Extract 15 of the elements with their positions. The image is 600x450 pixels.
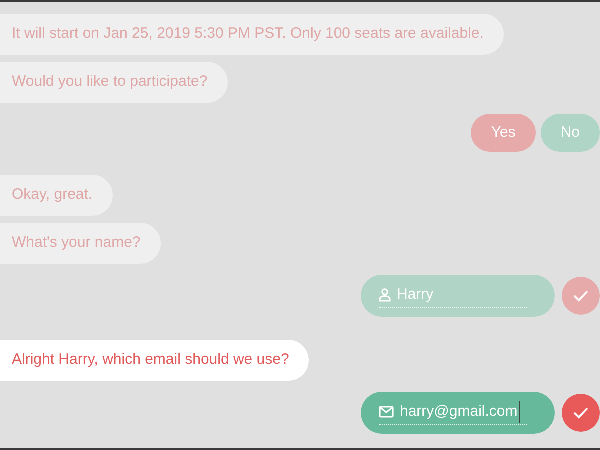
- chat-bubble: What's your name?: [0, 223, 161, 264]
- check-icon: [573, 290, 589, 302]
- chat-bubble: Okay, great.: [0, 175, 113, 216]
- choice-button[interactable]: Yes: [471, 114, 536, 152]
- user-icon: [379, 288, 391, 302]
- check-icon: [573, 407, 589, 419]
- chat-bubble: It will start on Jan 25, 2019 5:30 PM PST. Only 100 seats are available.: [0, 14, 504, 55]
- mail-icon: [379, 406, 394, 418]
- input-field[interactable]: harry@gmail.com: [361, 392, 555, 434]
- submit-button[interactable]: [562, 277, 600, 315]
- submit-button[interactable]: [562, 394, 600, 432]
- chat-bubble: Would you like to participate?: [0, 62, 228, 103]
- choice-button[interactable]: No: [540, 114, 600, 152]
- chat-bubble: Alright Harry, which email should we use?: [0, 340, 310, 381]
- input-field[interactable]: Harry: [361, 275, 555, 317]
